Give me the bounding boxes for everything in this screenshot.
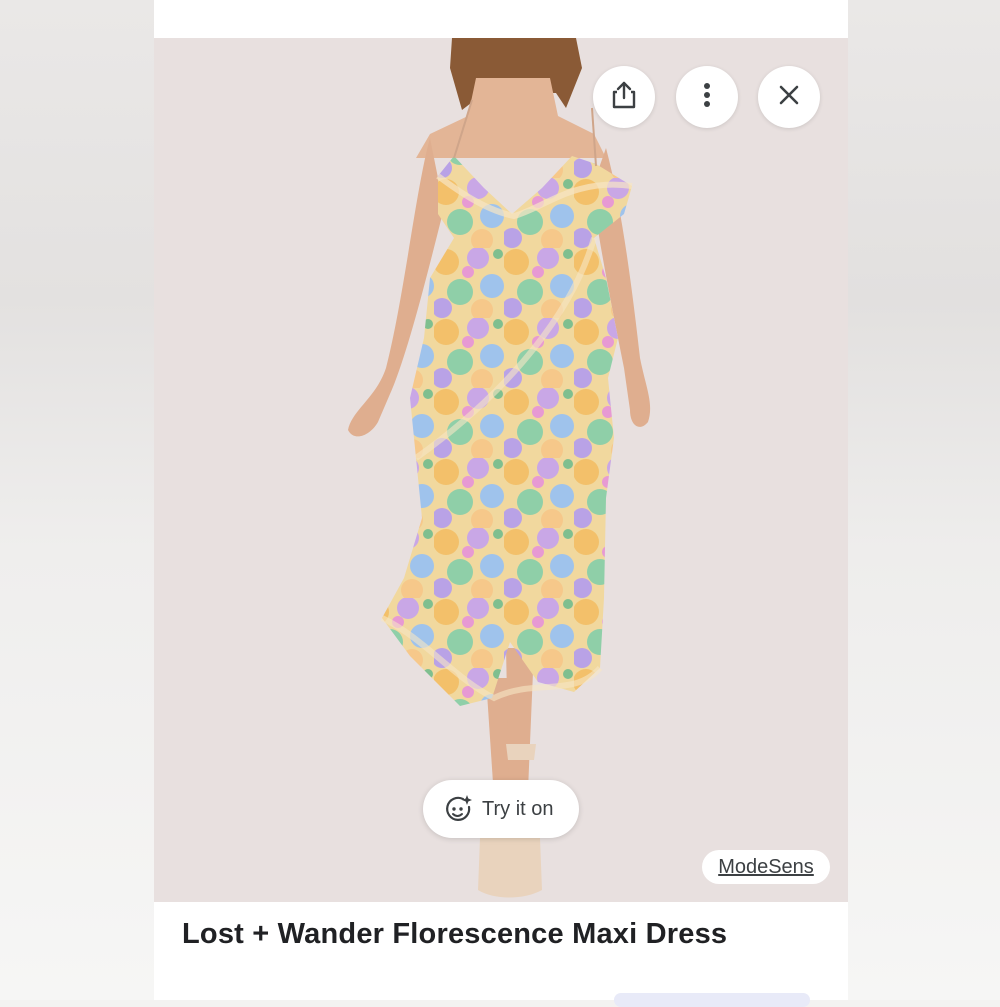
close-icon: [778, 84, 800, 111]
product-image[interactable]: Try it on ModeSens: [154, 38, 848, 902]
close-button[interactable]: [758, 66, 820, 128]
try-it-on-label: Try it on: [482, 797, 554, 820]
product-title: Lost + Wander Florescence Maxi Dress: [182, 918, 728, 950]
dress-photo: [348, 38, 651, 898]
source-link-chip[interactable]: ModeSens: [702, 850, 830, 884]
background-blur-right: [848, 0, 1000, 1000]
product-card: Try it on ModeSens Lost + Wander Floresc…: [154, 0, 848, 1007]
background-blur-left: [0, 0, 154, 1000]
share-icon: [611, 81, 637, 114]
sparkle-face-icon: [443, 794, 473, 824]
bottom-chip-partial[interactable]: [614, 993, 810, 1007]
share-button[interactable]: [593, 66, 655, 128]
try-it-on-button[interactable]: Try it on: [423, 780, 579, 838]
more-vertical-icon: [703, 82, 711, 113]
source-label[interactable]: ModeSens: [718, 856, 814, 879]
more-options-button[interactable]: [676, 66, 738, 128]
